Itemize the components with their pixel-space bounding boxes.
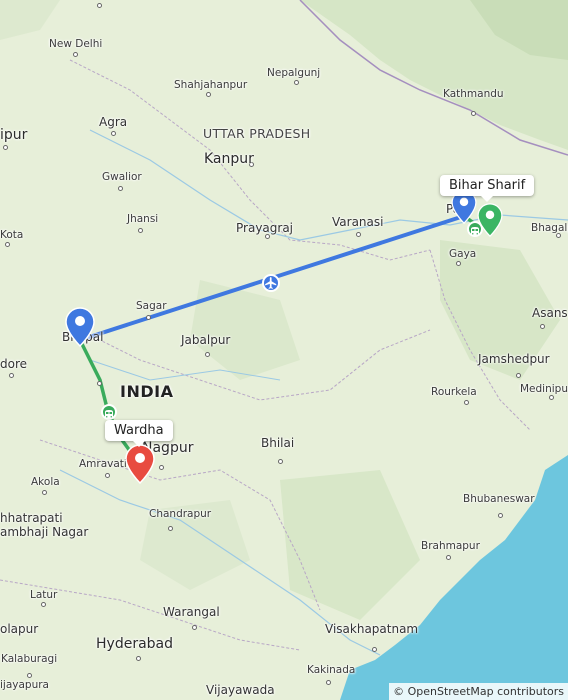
station-pin[interactable] <box>477 203 503 237</box>
city-dot <box>5 242 10 247</box>
city-dot <box>105 473 110 478</box>
route-layer <box>78 214 490 464</box>
city-dot <box>456 261 461 266</box>
city-label: olapur <box>0 622 39 636</box>
city-label: Medinipur <box>520 383 568 395</box>
city-label: Nepalgunj <box>267 67 321 79</box>
city-label: ambhaji Nagar <box>0 525 89 539</box>
city-label: Gwalior <box>102 171 142 183</box>
city-dot <box>192 625 197 630</box>
city-dot <box>206 92 211 97</box>
city-dot <box>294 80 299 85</box>
city-label: Shahjahanpur <box>174 79 248 91</box>
city-dot <box>372 647 377 652</box>
city-label: Visakhapatnam <box>325 622 419 636</box>
state-label: UTTAR PRADESH <box>203 126 311 141</box>
city-label: ipur <box>0 127 28 143</box>
destination-callout[interactable]: Wardha <box>105 420 173 447</box>
city-label: Gaya <box>449 248 477 260</box>
destination-pin-wardha[interactable] <box>125 444 155 484</box>
city-dot <box>205 352 210 357</box>
city-dot <box>97 3 102 8</box>
city-label: Hyderabad <box>96 636 173 652</box>
city-label: Rourkela <box>431 386 477 398</box>
city-label: Kota <box>0 229 24 241</box>
city-label: hhatrapati <box>0 511 63 525</box>
city-dot <box>118 186 123 191</box>
city-dot <box>464 400 469 405</box>
city-label: Vijayawada <box>206 683 275 697</box>
city-label: Kalaburagi <box>1 653 58 665</box>
city-label: dore <box>0 357 28 371</box>
city-dot <box>73 52 78 57</box>
map-canvas[interactable]: New Delhi Shahjahanpur Nepalgunj Kathman… <box>0 0 568 700</box>
city-dot <box>356 232 361 237</box>
city-label: Varanasi <box>332 215 384 229</box>
city-label: ijayapura <box>0 679 49 691</box>
city-dot <box>136 656 141 661</box>
map-attribution[interactable]: © OpenStreetMap contributors <box>389 683 568 700</box>
city-label: Jhansi <box>127 213 159 225</box>
city-label: Warangal <box>163 605 220 619</box>
city-label: Latur <box>30 589 58 601</box>
city-dot <box>540 324 545 329</box>
city-dot <box>9 373 14 378</box>
city-label: Amravati <box>79 458 127 470</box>
city-label: Jamshedpur <box>478 352 550 366</box>
city-dot <box>326 680 331 685</box>
city-dot <box>471 111 476 116</box>
country-label-nepal-capital: Kathmandu <box>443 88 504 100</box>
city-label: Bhagalp <box>531 222 568 234</box>
city-dot <box>97 381 102 386</box>
city-dot <box>446 555 451 560</box>
city-dot <box>138 228 143 233</box>
city-dot <box>41 602 46 607</box>
city-dot <box>42 490 47 495</box>
city-label: Akola <box>31 476 60 488</box>
city-label: Prayagraj <box>236 221 294 235</box>
stop-callout[interactable]: Bihar Sharif <box>440 175 535 202</box>
origin-pin-bhopal[interactable] <box>65 307 95 347</box>
city-dot <box>168 526 173 531</box>
city-label: Brahmapur <box>421 540 480 552</box>
city-label: Agra <box>99 115 128 129</box>
city-dot <box>278 459 283 464</box>
city-dot <box>516 373 521 378</box>
city-label: Jabalpur <box>181 333 231 347</box>
city-label: New Delhi <box>49 38 103 50</box>
city-dot <box>146 315 151 320</box>
city-label: Bhilai <box>261 436 295 450</box>
train-icon[interactable] <box>101 404 117 420</box>
city-label: Sagar <box>136 300 167 312</box>
city-dot <box>159 465 164 470</box>
city-label: Bhubaneswar <box>463 493 535 505</box>
city-label: Asans <box>532 306 568 320</box>
city-dot <box>498 513 503 518</box>
city-label: Chandrapur <box>149 508 212 520</box>
city-dot <box>111 131 116 136</box>
city-label: Kanpur <box>204 151 254 167</box>
country-label: INDIA <box>120 382 174 401</box>
city-dot <box>3 145 8 150</box>
city-label: Kakinada <box>307 664 356 676</box>
airplane-icon[interactable] <box>262 274 280 292</box>
